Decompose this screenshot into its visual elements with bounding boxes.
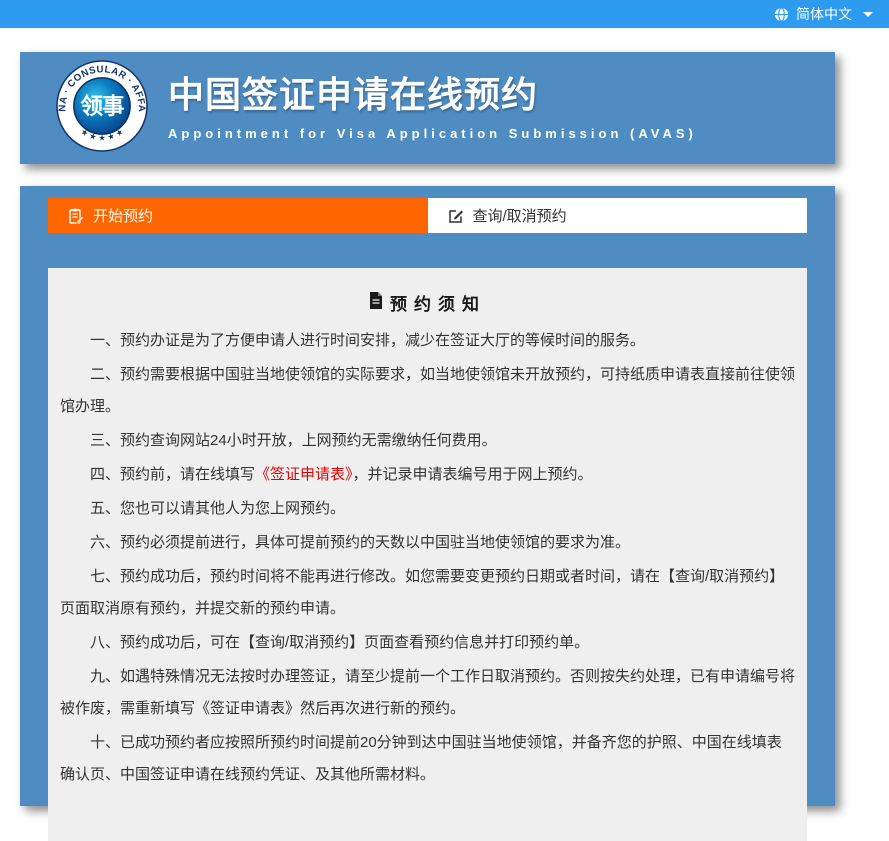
topbar: 简体中文 bbox=[0, 0, 889, 28]
notice-item-1: 一、预约办证是为了方便申请人进行时间安排，减少在签证大厅的等候时间的服务。 bbox=[60, 325, 795, 357]
tab-bar: 开始预约 查询/取消预约 bbox=[48, 198, 807, 233]
tab-query-cancel[interactable]: 查询/取消预约 bbox=[428, 198, 808, 233]
notice-item-2: 二、预约需要根据中国驻当地使领馆的实际要求，如当地使领馆未开放预约，可持纸质申请… bbox=[60, 359, 795, 423]
notice-item-4: 四、预约前，请在线填写《签证申请表》，并记录申请表编号用于网上预约。 bbox=[60, 459, 795, 491]
document-icon bbox=[369, 292, 383, 314]
notice-item-5: 五、您也可以请其他人为您上网预约。 bbox=[60, 493, 795, 525]
seal-char-1: 领 bbox=[81, 94, 104, 120]
header-titles: 中国签证申请在线预约 Appointment for Visa Applicat… bbox=[168, 75, 697, 142]
square-edit-icon bbox=[448, 208, 464, 224]
chevron-down-icon bbox=[863, 12, 873, 17]
tab-start-appointment[interactable]: 开始预约 bbox=[48, 198, 428, 233]
page-subtitle: Appointment for Visa Application Submiss… bbox=[168, 126, 697, 141]
notice-item-7: 七、预约成功后，预约时间将不能再进行修改。如您需要变更预约日期或者时间，请在【查… bbox=[60, 561, 795, 625]
language-selector[interactable]: 简体中文 bbox=[774, 7, 873, 22]
visa-application-form-link[interactable]: 《签证申请表》 bbox=[255, 466, 353, 483]
notice-heading-text: 预约须知 bbox=[390, 290, 486, 315]
tab-label: 查询/取消预约 bbox=[473, 205, 567, 226]
app-header: CHINA · CONSULAR · AFFAIRS ★ ★ ★ ★ ★ 领 事… bbox=[20, 52, 835, 164]
language-label: 简体中文 bbox=[796, 7, 852, 21]
notice-heading: 预约须知 bbox=[60, 290, 795, 315]
seal-char-2: 事 bbox=[102, 94, 124, 120]
page-title: 中国签证申请在线预约 bbox=[168, 75, 697, 115]
clipboard-edit-icon bbox=[68, 208, 84, 224]
notice-item-6: 六、预约必须提前进行，具体可提前预约的天数以中国驻当地使领馆的要求为准。 bbox=[60, 527, 795, 559]
tab-label: 开始预约 bbox=[93, 205, 153, 226]
consular-affairs-logo: CHINA · CONSULAR · AFFAIRS ★ ★ ★ ★ ★ 领 事 bbox=[56, 60, 148, 157]
notice-item-10: 十、已成功预约者应按照所预约时间提前20分钟到达中国驻当地使领馆，并备齐您的护照… bbox=[60, 727, 795, 791]
notice-panel: 预约须知 一、预约办证是为了方便申请人进行时间安排，减少在签证大厅的等候时间的服… bbox=[48, 268, 807, 841]
notice-item-3: 三、预约查询网站24小时开放，上网预约无需缴纳任何费用。 bbox=[60, 425, 795, 457]
notice-item-9: 九、如遇特殊情况无法按时办理签证，请至少提前一个工作日取消预约。否则按失约处理，… bbox=[60, 661, 795, 725]
globe-icon bbox=[774, 7, 789, 22]
main-panel: 开始预约 查询/取消预约 预约须知 一、 bbox=[20, 186, 835, 806]
notice-item-8: 八、预约成功后，可在【查询/取消预约】页面查看预约信息并打印预约单。 bbox=[60, 627, 795, 659]
